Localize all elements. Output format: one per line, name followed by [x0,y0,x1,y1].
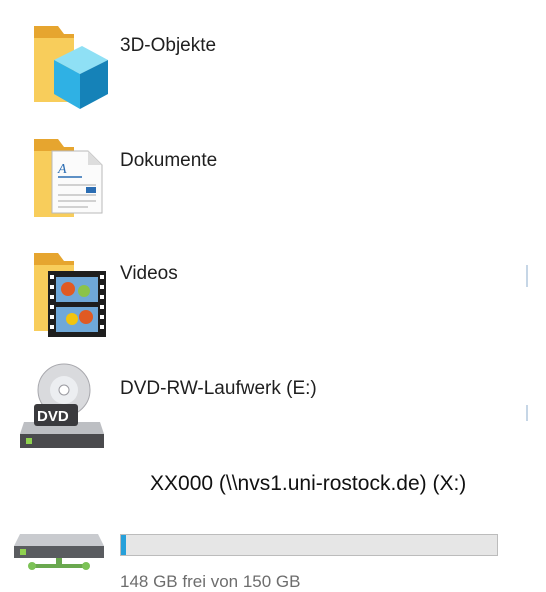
scrollbar-fragment [526,405,528,421]
storage-usage-bar [120,534,498,556]
svg-text:DVD: DVD [37,408,69,425]
folder-label: 3D-Objekte [120,35,217,56]
folder-videos-icon [34,253,106,337]
folder-label: Dokumente [120,150,218,171]
network-drive-label: XX000 (\\nvs1.uni-rostock.de) (X:) [150,472,467,495]
storage-free-text: 148 GB frei von 150 GB [120,572,301,591]
drive-item-dvd[interactable]: DVD DVD-RW-Laufwerk (E:) [0,340,546,450]
dvd-drive-icon: DVD [20,363,104,448]
network-drive-icon [14,534,104,570]
svg-text:A: A [57,162,67,177]
folder-documents-icon: A [34,139,103,217]
drive-label: DVD-RW-Laufwerk (E:) [120,378,317,399]
folder-item-3d-objects[interactable]: 3D-Objekte [0,0,546,115]
folder-label: Videos [120,263,178,284]
scrollbar-fragment [526,265,528,287]
folder-item-documents[interactable]: A Dokumente [0,115,546,225]
folder-3d-objects-icon [34,26,108,109]
network-drive-item[interactable]: XX000 (\\nvs1.uni-rostock.de) (X:) 148 G… [0,450,546,591]
folder-item-videos[interactable]: Videos [0,225,546,340]
storage-usage-fill [121,535,126,555]
